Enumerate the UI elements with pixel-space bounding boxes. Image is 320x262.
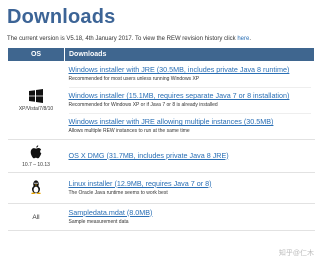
table-row: 10.7 – 10.13 OS X DMG (31.7MB, includes … xyxy=(7,139,315,173)
windows-installer-link[interactable]: Windows installer (15.1MB, requires sepa… xyxy=(69,91,311,101)
linux-installer-link[interactable]: Linux installer (12.9MB, requires Java 7… xyxy=(69,179,311,189)
intro-prefix: The current version is V5.18, 4th Januar… xyxy=(7,36,238,42)
table-header-row: OS Downloads xyxy=(7,47,315,62)
list-item: Linux installer (12.9MB, requires Java 7… xyxy=(69,176,311,201)
apple-logo-icon xyxy=(30,144,42,158)
downloads-cell-linux: Linux installer (12.9MB, requires Java 7… xyxy=(64,172,315,204)
list-item: Sampledata.mdat (8.0MB) Sample measureme… xyxy=(69,205,311,230)
os-cell-linux xyxy=(7,172,65,204)
page-title: Downloads xyxy=(7,6,116,28)
watermark: 知乎@仁木 xyxy=(278,250,314,257)
os-label-all: All xyxy=(32,213,40,221)
list-item: Windows installer with JRE allowing mult… xyxy=(68,113,311,139)
downloads-cell-mac: OS X DMG (31.7MB, includes private Java … xyxy=(64,139,315,173)
os-column-header: OS xyxy=(7,47,65,62)
item-description: Recommended for Windows XP or if Java 7 … xyxy=(68,102,218,108)
sampledata-link[interactable]: Sampledata.mdat (8.0MB) xyxy=(69,208,311,218)
windows-jre-installer-link[interactable]: Windows installer with JRE (30.5MB, incl… xyxy=(69,65,311,75)
os-cell-windows: XP/Vista/7/8/10 xyxy=(7,61,65,140)
item-description: Allows multiple REW instances to run at … xyxy=(68,128,190,134)
list-item: OS X DMG (31.7MB, includes private Java … xyxy=(69,148,311,165)
table-row: Linux installer (12.9MB, requires Java 7… xyxy=(7,172,315,204)
intro-text: The current version is V5.18, 4th Januar… xyxy=(7,35,316,43)
item-description: Sample measurement data xyxy=(68,218,129,225)
list-item: Windows installer with JRE (30.5MB, incl… xyxy=(69,62,311,87)
downloads-table: OS Downloads XP/Vista/7/8/10 Windows ins… xyxy=(7,47,315,231)
windows-multi-instance-installer-link[interactable]: Windows installer with JRE allowing mult… xyxy=(69,117,311,127)
linux-tux-icon xyxy=(31,179,41,194)
table-row: All Sampledata.mdat (8.0MB) Sample measu… xyxy=(7,203,315,231)
osx-dmg-link[interactable]: OS X DMG (31.7MB, includes private Java … xyxy=(69,151,311,161)
os-label-mac: 10.7 – 10.13 xyxy=(22,161,50,168)
windows-logo-icon xyxy=(29,89,43,103)
downloads-column-header: Downloads xyxy=(64,47,315,62)
os-label-windows: XP/Vista/7/8/10 xyxy=(18,106,54,112)
downloads-cell-all: Sampledata.mdat (8.0MB) Sample measureme… xyxy=(64,203,315,231)
revision-history-link[interactable]: here xyxy=(237,36,249,42)
downloads-page: Downloads The current version is V5.18, … xyxy=(0,0,320,231)
intro-suffix: . xyxy=(249,36,252,42)
os-cell-all: All xyxy=(7,203,65,231)
list-item: Windows installer (15.1MB, requires sepa… xyxy=(68,87,311,113)
item-description: Recommended for most users unless runnin… xyxy=(68,76,200,82)
os-cell-mac: 10.7 – 10.13 xyxy=(7,139,65,173)
item-description: The Oracle Java runtime seems to work be… xyxy=(68,189,168,196)
table-row: XP/Vista/7/8/10 Windows installer with J… xyxy=(7,61,315,140)
downloads-cell-windows: Windows installer with JRE (30.5MB, incl… xyxy=(64,61,315,140)
